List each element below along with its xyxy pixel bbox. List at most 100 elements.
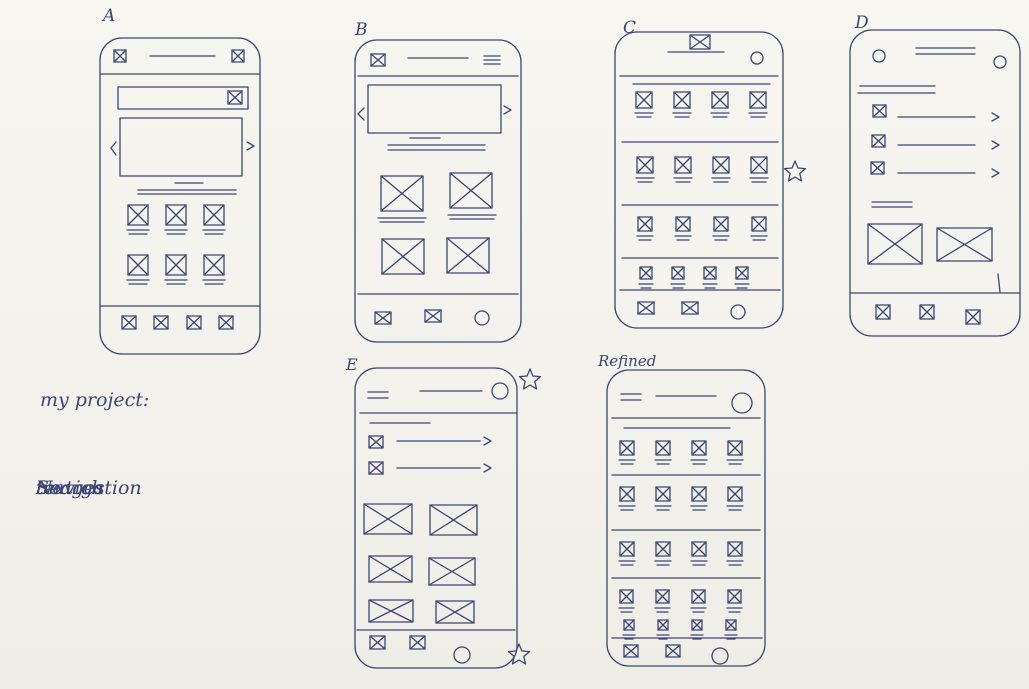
image-placeholder-icon (674, 156, 692, 174)
image-placeholder-icon (675, 216, 691, 232)
image-placeholder-icon (619, 486, 635, 502)
image-placeholder-icon (727, 486, 743, 502)
image-placeholder-icon (409, 635, 426, 650)
image-placeholder-icon (936, 227, 993, 262)
chevron-right-icon (503, 105, 512, 115)
image-placeholder-icon (370, 53, 386, 67)
image-placeholder-icon (691, 589, 706, 604)
image-placeholder-icon (127, 204, 149, 226)
whiteboard: A B C D E Refined my project: Navigation… (0, 0, 1029, 689)
image-placeholder-icon (623, 644, 639, 658)
image-placeholder-icon (374, 311, 392, 325)
image-placeholder-icon (449, 172, 493, 209)
image-placeholder-icon (368, 435, 384, 449)
profile-icon (491, 382, 509, 400)
image-placeholder-icon (635, 91, 653, 109)
image-placeholder-icon (657, 619, 669, 631)
image-placeholder-icon (713, 216, 729, 232)
text-line (357, 107, 365, 115)
image-placeholder-icon (749, 91, 767, 109)
image-placeholder-icon (689, 34, 711, 50)
chevron-right-icon (246, 141, 255, 151)
image-placeholder-icon (368, 555, 413, 583)
profile-icon (872, 49, 886, 63)
image-placeholder-icon (363, 503, 413, 535)
carousel-frame (367, 84, 502, 134)
phone-frame-refined (606, 369, 766, 667)
image-placeholder-icon (113, 49, 127, 63)
image-placeholder-icon (203, 204, 225, 226)
image-placeholder-icon (867, 223, 923, 265)
scroll-arrow-icon (997, 273, 1001, 293)
image-placeholder-icon (368, 599, 414, 623)
image-placeholder-icon (369, 635, 386, 650)
image-placeholder-icon (619, 440, 635, 456)
image-placeholder-icon (203, 254, 225, 276)
chevron-right-icon (991, 112, 1000, 122)
image-placeholder-icon (727, 589, 742, 604)
image-placeholder-icon (619, 589, 634, 604)
text-line (110, 147, 117, 156)
image-placeholder-icon (691, 619, 703, 631)
chevron-right-icon (483, 463, 492, 473)
chevron-right-icon (991, 168, 1000, 178)
profile-icon (750, 51, 764, 65)
image-placeholder-icon (735, 266, 749, 280)
image-placeholder-icon (725, 619, 737, 631)
image-placeholder-icon (639, 266, 653, 280)
image-placeholder-icon (165, 204, 187, 226)
search-icon (453, 646, 471, 664)
image-placeholder-icon (655, 589, 670, 604)
image-placeholder-icon (637, 216, 653, 232)
image-placeholder-icon (428, 557, 476, 586)
image-placeholder-icon (368, 461, 384, 475)
image-placeholder-icon (673, 91, 691, 109)
profile-icon (993, 55, 1007, 69)
image-placeholder-icon (691, 440, 707, 456)
image-placeholder-icon (751, 216, 767, 232)
image-placeholder-icon (871, 134, 886, 148)
image-placeholder-icon (870, 161, 885, 175)
image-placeholder-icon (227, 90, 243, 105)
image-placeholder-icon (127, 254, 149, 276)
image-placeholder-icon (872, 104, 887, 118)
image-placeholder-icon (727, 440, 743, 456)
wireframe-sketches (99, 29, 1021, 669)
chevron-right-icon (483, 436, 492, 446)
image-placeholder-icon (655, 541, 671, 557)
image-placeholder-icon (218, 315, 234, 330)
image-placeholder-icon (165, 254, 187, 276)
text-line (110, 141, 117, 149)
image-placeholder-icon (703, 266, 717, 280)
image-placeholder-icon (637, 301, 655, 315)
phone-frame-d (849, 29, 1021, 337)
image-placeholder-icon (712, 156, 730, 174)
profile-icon (474, 310, 490, 326)
image-placeholder-icon (655, 440, 671, 456)
image-placeholder-icon (424, 309, 442, 323)
text-line (357, 113, 365, 121)
profile-icon (731, 392, 753, 414)
image-placeholder-icon (965, 309, 981, 325)
image-placeholder-icon (691, 486, 707, 502)
image-placeholder-icon (875, 304, 891, 320)
search-icon (730, 304, 746, 320)
image-placeholder-icon (623, 619, 635, 631)
image-placeholder-icon (619, 541, 635, 557)
image-placeholder-icon (636, 156, 654, 174)
image-placeholder-icon (681, 301, 699, 315)
image-placeholder-icon (711, 91, 729, 109)
image-placeholder-icon (429, 504, 478, 536)
image-placeholder-icon (186, 315, 202, 330)
image-placeholder-icon (691, 541, 707, 557)
image-placeholder-icon (121, 315, 137, 330)
chevron-right-icon (991, 140, 1000, 150)
image-placeholder-icon (446, 237, 490, 274)
image-placeholder-icon (750, 156, 768, 174)
star-icon (518, 368, 542, 390)
image-placeholder-icon (727, 541, 743, 557)
image-placeholder-icon (231, 49, 245, 63)
image-placeholder-icon (435, 600, 475, 624)
image-placeholder-icon (919, 304, 935, 320)
carousel-frame (119, 117, 243, 177)
